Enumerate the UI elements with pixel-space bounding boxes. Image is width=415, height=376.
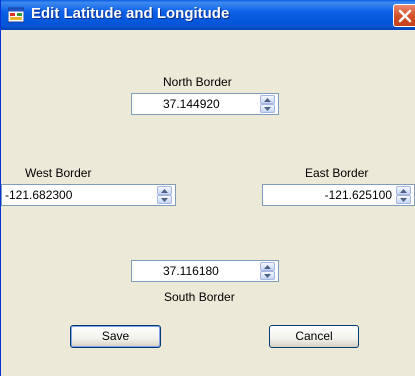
- window-title: Edit Latitude and Longitude: [31, 5, 230, 22]
- close-icon: [398, 9, 412, 23]
- north-border-value[interactable]: 37.144920: [163, 97, 220, 111]
- east-spin-up-button[interactable]: [396, 186, 411, 195]
- south-border-spinner[interactable]: 37.116180: [131, 260, 279, 282]
- north-spin-down-button[interactable]: [260, 104, 275, 113]
- west-border-spinner[interactable]: -121.682300: [1, 184, 176, 206]
- north-spin-up-button[interactable]: [260, 95, 275, 104]
- north-spin-buttons[interactable]: [260, 95, 275, 113]
- west-border-value[interactable]: -121.682300: [5, 188, 72, 202]
- east-spin-buttons[interactable]: [396, 186, 411, 204]
- north-border-label: North Border: [163, 75, 232, 89]
- east-border-spinner[interactable]: -121.625100: [262, 184, 415, 206]
- south-border-label: South Border: [164, 290, 235, 304]
- west-border-label: West Border: [25, 166, 92, 180]
- arrow-up-icon: [264, 98, 271, 102]
- save-button[interactable]: Save: [70, 325, 161, 348]
- west-spin-down-button[interactable]: [157, 195, 172, 204]
- west-spin-up-button[interactable]: [157, 186, 172, 195]
- arrow-down-icon: [264, 107, 271, 111]
- app-window-icon: [7, 7, 25, 23]
- close-button[interactable]: [393, 4, 415, 27]
- arrow-up-icon: [400, 189, 407, 193]
- arrow-up-icon: [161, 189, 168, 193]
- dialog-window: Edit Latitude and Longitude North Border…: [0, 0, 415, 376]
- cancel-button[interactable]: Cancel: [269, 325, 359, 348]
- title-bar[interactable]: Edit Latitude and Longitude: [1, 0, 415, 30]
- arrow-down-icon: [264, 274, 271, 278]
- north-border-spinner[interactable]: 37.144920: [131, 93, 279, 115]
- south-spin-buttons[interactable]: [260, 262, 275, 280]
- south-border-value[interactable]: 37.116180: [163, 264, 219, 278]
- arrow-down-icon: [161, 198, 168, 202]
- dialog-content: North Border 37.144920 West Border -121.…: [1, 30, 415, 376]
- south-spin-up-button[interactable]: [260, 262, 275, 271]
- east-border-label: East Border: [305, 166, 369, 180]
- west-spin-buttons[interactable]: [157, 186, 172, 204]
- arrow-down-icon: [400, 198, 407, 202]
- east-spin-down-button[interactable]: [396, 195, 411, 204]
- east-border-value[interactable]: -121.625100: [325, 188, 392, 202]
- arrow-up-icon: [264, 265, 271, 269]
- south-spin-down-button[interactable]: [260, 271, 275, 280]
